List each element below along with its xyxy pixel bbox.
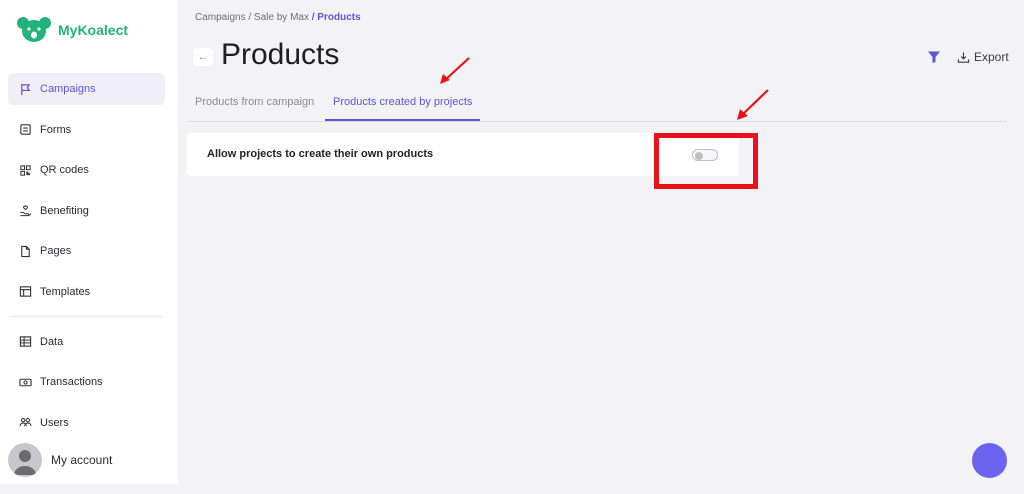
sidebar-item-label: Pages (40, 245, 72, 257)
brand-logo[interactable]: MyKoalect (16, 14, 128, 46)
export-label: Export (974, 50, 1009, 64)
sidebar-item-label: Users (40, 416, 69, 429)
setting-label: Allow projects to create their own produ… (207, 148, 434, 160)
help-chat-button[interactable] (972, 443, 1007, 478)
page-title: Products (221, 38, 340, 71)
sidebar-item-label: Templates (40, 285, 91, 298)
sidebar-item-qr-codes[interactable]: QR codes (8, 154, 165, 186)
brand-name: MyKoalect (58, 22, 129, 38)
sidebar: MyKoalect Campaigns Forms QR codes Benef… (0, 0, 178, 484)
hand-heart-icon (18, 204, 32, 218)
sidebar-nav: Campaigns Forms QR codes Benefiting Page… (8, 73, 165, 447)
annotation-highlight-box (654, 133, 758, 189)
koala-logo-icon (17, 17, 51, 42)
sidebar-item-users[interactable]: Users (8, 407, 165, 439)
arrow-left-icon: ← (198, 51, 208, 63)
breadcrumb-current: / Products (311, 12, 361, 23)
sidebar-item-forms[interactable]: Forms (8, 114, 165, 146)
back-button[interactable]: ← (193, 48, 213, 66)
account-label: My account (51, 453, 113, 467)
qr-code-icon (18, 163, 32, 177)
breadcrumb-campaign[interactable]: / Sale by Max (248, 12, 309, 23)
breadcrumb-campaigns[interactable]: Campaigns (195, 12, 246, 23)
sidebar-item-campaigns[interactable]: Campaigns (8, 73, 165, 105)
form-icon (18, 123, 32, 137)
user-silhouette-icon (14, 450, 36, 475)
export-button[interactable]: Export (957, 50, 1009, 64)
table-icon (18, 335, 32, 349)
flag-icon (18, 82, 32, 96)
sidebar-item-label: Data (40, 335, 64, 348)
sidebar-item-label: Campaigns (40, 83, 96, 95)
sidebar-item-label: Benefiting (40, 204, 89, 217)
sidebar-item-templates[interactable]: Templates (8, 276, 165, 308)
sidebar-item-label: QR codes (40, 164, 89, 176)
annotation-arrow-icon (440, 57, 470, 84)
users-icon (18, 416, 32, 430)
filter-icon[interactable] (927, 50, 941, 64)
sidebar-divider (10, 316, 163, 317)
tab-bar: Products from campaign Products created … (187, 96, 1007, 122)
avatar (8, 443, 42, 477)
template-icon (18, 285, 32, 299)
sidebar-item-transactions[interactable]: Transactions (8, 366, 165, 398)
page-icon (18, 244, 32, 258)
tab-products-created-by-projects[interactable]: Products created by projects (325, 96, 481, 121)
annotation-arrow-icon (737, 89, 769, 120)
sidebar-item-pages[interactable]: Pages (8, 235, 165, 267)
sidebar-item-benefiting[interactable]: Benefiting (8, 195, 165, 227)
sidebar-item-data[interactable]: Data (8, 326, 165, 358)
download-icon (957, 51, 970, 63)
money-icon (18, 375, 32, 389)
account-menu[interactable]: My account (8, 443, 112, 477)
tab-products-from-campaign[interactable]: Products from campaign (187, 96, 322, 121)
breadcrumb: Campaigns / Sale by Max / Products (195, 12, 361, 23)
sidebar-item-label: Forms (40, 123, 72, 136)
sidebar-item-label: Transactions (40, 376, 103, 388)
